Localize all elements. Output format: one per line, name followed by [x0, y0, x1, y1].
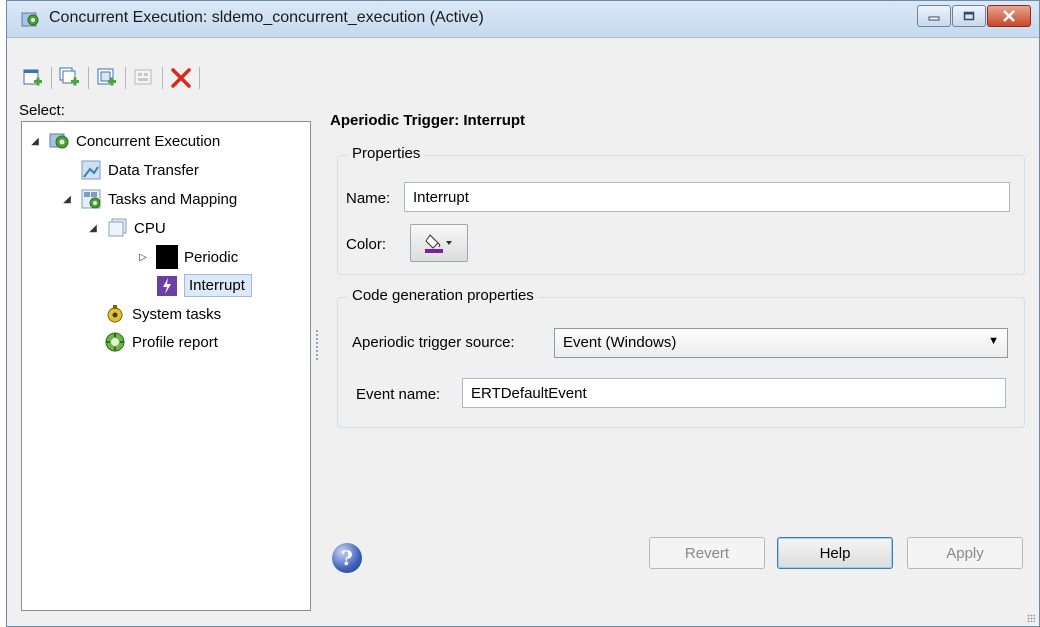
- concurrent-execution-icon: [48, 130, 70, 152]
- interrupt-trigger-icon: [156, 275, 178, 297]
- toolbar-separator: [51, 67, 52, 89]
- tree-item-tasks-and-mapping[interactable]: ◢ Tasks and Mapping: [60, 188, 237, 210]
- tree-item-concurrent-execution[interactable]: ◢ Concurrent Execution: [28, 130, 220, 152]
- tree-item-label: CPU: [134, 219, 166, 237]
- add-triggered-task-icon: [97, 68, 116, 86]
- event-name-label: Event name:: [356, 386, 441, 403]
- event-name-input[interactable]: ERTDefaultEvent: [462, 378, 1006, 408]
- tree-item-label: Periodic: [184, 248, 239, 266]
- map-disabled-icon: [134, 69, 152, 85]
- concurrent-execution-window: Concurrent Execution: sldemo_concurrent_…: [6, 0, 1040, 627]
- cpu-icon: [106, 217, 128, 239]
- help-question-icon[interactable]: ?: [332, 543, 362, 573]
- profile-report-icon: [104, 331, 126, 353]
- system-tasks-icon: [104, 303, 126, 325]
- add-task-button[interactable]: [21, 66, 45, 90]
- apply-button[interactable]: Apply: [907, 537, 1023, 569]
- tree-item-profile-report[interactable]: Profile report: [104, 331, 218, 353]
- expanded-arrow-icon[interactable]: ◢: [28, 136, 42, 147]
- name-input[interactable]: Interrupt: [404, 182, 1010, 212]
- panel-splitter[interactable]: [315, 329, 319, 361]
- panel-title: Aperiodic Trigger: Interrupt: [330, 112, 526, 129]
- trigger-source-value: Event (Windows): [563, 334, 677, 351]
- add-task-icon: [23, 69, 42, 86]
- trigger-source-label: Aperiodic trigger source:: [352, 334, 515, 351]
- properties-group: Properties Name: Interrupt Color:: [337, 145, 1025, 275]
- map-button-disabled[interactable]: [132, 66, 156, 90]
- minimize-icon: [928, 16, 940, 21]
- expanded-arrow-icon[interactable]: ◢: [60, 194, 74, 205]
- delete-button[interactable]: [169, 66, 193, 90]
- dropdown-arrow-icon: ▼: [988, 335, 999, 347]
- paint-bucket-icon: [425, 234, 452, 253]
- tree-item-label: System tasks: [132, 305, 222, 323]
- tree-item-label: Interrupt: [184, 274, 252, 297]
- properties-group-title: Properties: [348, 145, 425, 162]
- tree-item-label: Tasks and Mapping: [108, 190, 238, 208]
- add-task-group-button[interactable]: [58, 66, 82, 90]
- tree-item-periodic[interactable]: ▷ Periodic: [136, 245, 239, 269]
- color-label: Color:: [346, 236, 387, 253]
- help-button[interactable]: Help: [777, 537, 893, 569]
- toolbar-separator: [88, 67, 89, 89]
- tree-item-interrupt[interactable]: Interrupt: [156, 274, 252, 297]
- revert-button[interactable]: Revert: [649, 537, 765, 569]
- tree-item-data-transfer[interactable]: Data Transfer: [80, 159, 199, 181]
- code-generation-group: Code generation properties Aperiodic tri…: [337, 287, 1025, 428]
- window-title: Concurrent Execution: sldemo_concurrent_…: [49, 9, 484, 26]
- title-bar[interactable]: Concurrent Execution: sldemo_concurrent_…: [7, 1, 1039, 38]
- tree-item-label: Data Transfer: [108, 161, 199, 179]
- expanded-arrow-icon[interactable]: ◢: [86, 223, 100, 234]
- tree-panel: ◢ Concurrent Execution Data Transfer ◢ T…: [21, 121, 311, 611]
- add-task-group-icon: [59, 67, 79, 86]
- select-label: Select:: [19, 102, 65, 119]
- periodic-task-icon: [156, 245, 178, 269]
- color-picker-button[interactable]: [410, 224, 468, 262]
- close-button[interactable]: [987, 5, 1031, 27]
- delete-icon: [171, 68, 191, 88]
- toolbar-separator: [162, 67, 163, 89]
- status-bar: [7, 608, 1039, 626]
- tree-item-cpu[interactable]: ◢ CPU: [86, 217, 166, 239]
- trigger-source-dropdown[interactable]: Event (Windows) ▼: [554, 328, 1008, 358]
- collapsed-arrow-icon[interactable]: ▷: [136, 252, 150, 263]
- maximize-button[interactable]: [952, 5, 986, 27]
- resize-grip-icon[interactable]: [1027, 614, 1035, 622]
- tasks-and-mapping-icon: [80, 188, 102, 210]
- tree-item-label: Profile report: [132, 333, 218, 351]
- toolbar-separator: [199, 67, 200, 89]
- add-triggered-task-button[interactable]: [95, 66, 119, 90]
- tree-item-system-tasks[interactable]: System tasks: [104, 303, 221, 325]
- concurrent-execution-icon: [21, 9, 41, 29]
- code-generation-group-title: Code generation properties: [348, 287, 538, 304]
- tree-item-label: Concurrent Execution: [76, 132, 221, 150]
- data-transfer-icon: [80, 159, 102, 181]
- toolbar: [21, 64, 206, 92]
- close-icon: [1003, 10, 1015, 22]
- toolbar-separator: [125, 67, 126, 89]
- maximize-icon: [963, 11, 975, 21]
- minimize-button[interactable]: [917, 5, 951, 27]
- name-label: Name:: [346, 190, 391, 207]
